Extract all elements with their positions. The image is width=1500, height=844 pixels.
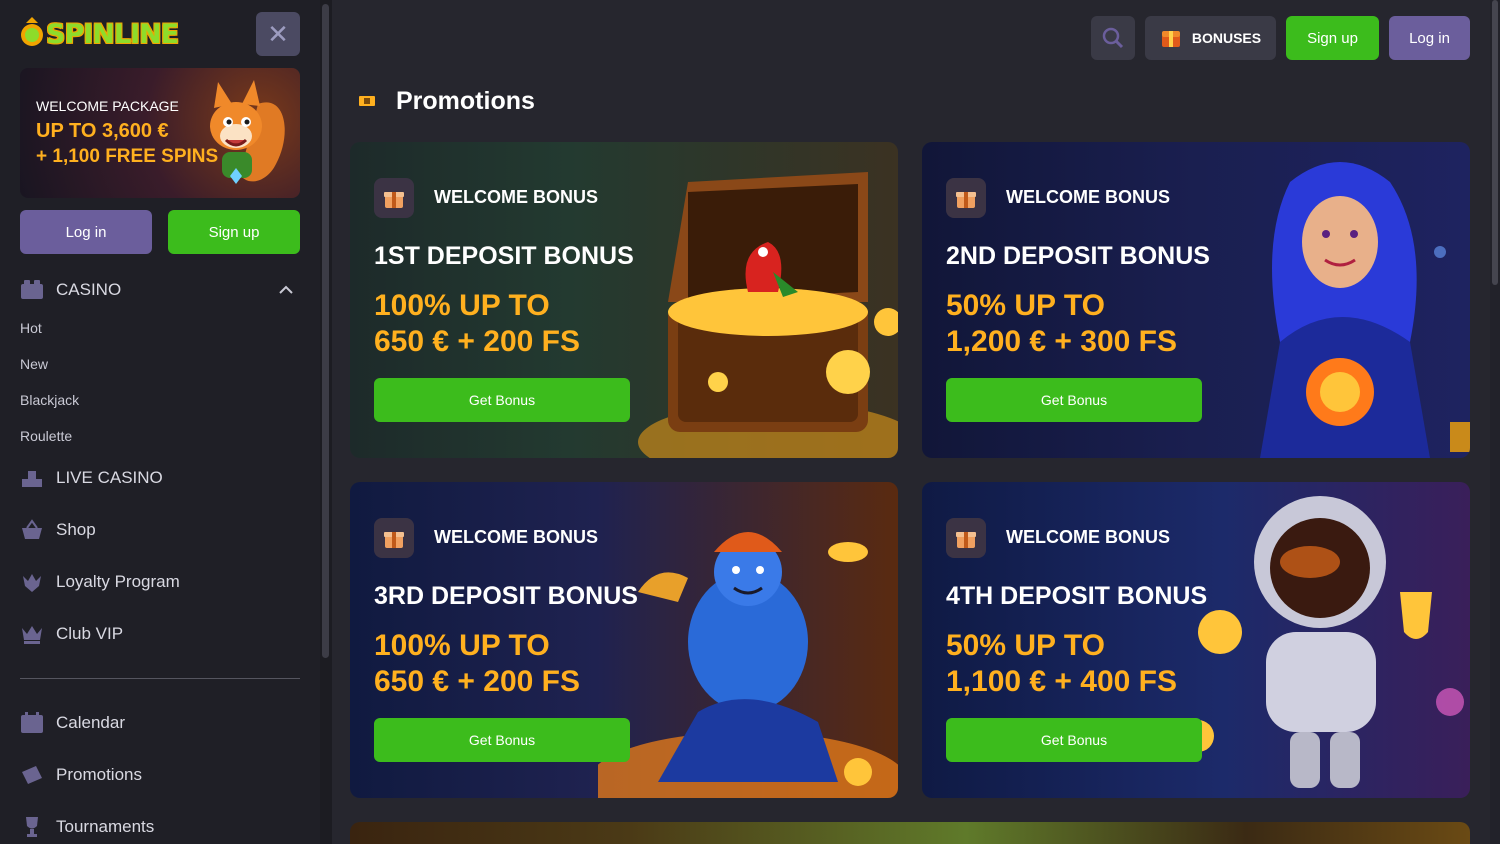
sidebar-item-label: LIVE CASINO — [56, 468, 163, 487]
bonuses-button[interactable]: BONUSES — [1145, 16, 1276, 60]
promo-amount-line2: 650 € + 200 FS — [374, 665, 580, 698]
sidebar-item-loyalty-program[interactable]: Loyalty Program — [20, 569, 180, 595]
genie-image — [598, 532, 898, 798]
promo-card-partial[interactable] — [350, 822, 1470, 844]
sidebar-subitem-new[interactable]: New — [20, 356, 48, 372]
sidebar-login-button[interactable]: Log in — [20, 210, 152, 254]
page-title: Promotions — [358, 86, 535, 116]
promo-tag: WELCOME BONUS — [434, 527, 598, 547]
promo-amount-line1: 50% UP TO — [946, 629, 1105, 662]
promo-amount-line2: 650 € + 200 FS — [374, 325, 580, 358]
sidebar-item-tournaments[interactable]: Tournaments — [20, 814, 154, 840]
header-signup-button[interactable]: Sign up — [1286, 16, 1379, 60]
calendar-icon — [20, 711, 44, 735]
promo-title: 4TH DEPOSIT BONUS — [946, 582, 1208, 610]
sorceress-image — [1260, 162, 1470, 458]
sidebar-item-casino[interactable]: CASINO — [20, 277, 121, 303]
logo-text: SPINLINE — [46, 18, 179, 50]
gift-icon — [946, 178, 986, 218]
promo-card-3rd-deposit[interactable]: WELCOME BONUS 3RD DEPOSIT BONUS 100% UP … — [350, 482, 898, 798]
page-title-text: Promotions — [396, 86, 535, 115]
promo-amount-line2: 1,100 € + 400 FS — [946, 665, 1178, 698]
gift-icon — [374, 518, 414, 558]
fox-mascot-image — [210, 80, 285, 184]
welcome-free-spins: + 1,100 FREE SPINS — [36, 146, 219, 167]
sidebar-item-label: Tournaments — [56, 817, 155, 836]
chevron-up-icon[interactable] — [276, 280, 296, 300]
logo-mascot-icon — [21, 17, 43, 46]
sidebar-item-live-casino[interactable]: LIVE CASINO — [20, 465, 163, 491]
promo-amount-line1: 50% UP TO — [946, 289, 1105, 322]
promo-card-4th-deposit[interactable]: WELCOME BONUS 4TH DEPOSIT BONUS 50% UP T… — [922, 482, 1470, 798]
close-sidebar-button[interactable]: ✕ — [256, 12, 300, 56]
sidebar-item-label: Shop — [56, 520, 96, 539]
get-bonus-button[interactable]: Get Bonus — [946, 718, 1202, 762]
spinline-logo[interactable]: SPINLINE — [18, 12, 179, 56]
ticket-icon — [359, 96, 375, 106]
sidebar-item-shop[interactable]: Shop — [20, 517, 96, 543]
sidebar-item-label: Calendar — [56, 713, 125, 732]
sidebar-item-club-vip[interactable]: Club VIP — [20, 621, 123, 647]
promo-card-1st-deposit[interactable]: WELCOME BONUS 1ST DEPOSIT BONUS 100% UP … — [350, 142, 898, 458]
sidebar-item-label: Promotions — [56, 765, 142, 784]
promo-amount-line1: 100% UP TO — [374, 289, 550, 322]
search-icon — [1102, 27, 1124, 49]
promo-amount-line2: 1,200 € + 300 FS — [946, 325, 1178, 358]
promo-card-2nd-deposit[interactable]: WELCOME BONUS 2ND DEPOSIT BONUS 50% UP T… — [922, 142, 1470, 458]
shop-basket-icon — [20, 518, 44, 542]
get-bonus-button[interactable]: Get Bonus — [374, 718, 630, 762]
promo-tag: WELCOME BONUS — [1006, 187, 1170, 207]
sidebar: SPINLINE ✕ WELCOME PACKAGE UP TO 3,600 €… — [0, 0, 320, 844]
sidebar-scrollbar[interactable] — [320, 0, 332, 844]
welcome-package-banner[interactable]: WELCOME PACKAGE UP TO 3,600 € + 1,100 FR… — [20, 68, 300, 198]
promo-title: 2ND DEPOSIT BONUS — [946, 242, 1210, 270]
treasure-chest-image — [638, 172, 898, 458]
promo-title: 3RD DEPOSIT BONUS — [374, 582, 638, 610]
sidebar-subitem-hot[interactable]: Hot — [20, 320, 42, 336]
sidebar-subitem-roulette[interactable]: Roulette — [20, 428, 72, 444]
welcome-amount: UP TO 3,600 € — [36, 120, 169, 142]
promo-tag: WELCOME BONUS — [434, 187, 598, 207]
sidebar-item-promotions[interactable]: Promotions — [20, 762, 142, 788]
sidebar-item-label: Club VIP — [56, 624, 124, 643]
sidebar-signup-button[interactable]: Sign up — [168, 210, 300, 254]
treasure-chest-icon — [1161, 31, 1180, 47]
casino-icon — [20, 278, 44, 302]
promo-title: 1ST DEPOSIT BONUS — [374, 242, 634, 270]
astronaut-image — [1182, 496, 1464, 788]
trophy-icon — [20, 815, 44, 839]
live-casino-icon — [20, 466, 44, 490]
gift-icon — [374, 178, 414, 218]
gift-icon — [946, 518, 986, 558]
ticket-icon — [20, 763, 44, 787]
get-bonus-button[interactable]: Get Bonus — [946, 378, 1202, 422]
vip-crown-icon — [20, 622, 44, 646]
loyalty-crown-icon — [20, 570, 44, 594]
header-login-button[interactable]: Log in — [1389, 16, 1470, 60]
sidebar-divider — [20, 678, 300, 679]
sidebar-item-calendar[interactable]: Calendar — [20, 710, 125, 736]
get-bonus-button[interactable]: Get Bonus — [374, 378, 630, 422]
promo-amount-line1: 100% UP TO — [374, 629, 550, 662]
sidebar-item-label: CASINO — [56, 280, 122, 299]
bonuses-label: BONUSES — [1191, 30, 1262, 46]
promo-tag: WELCOME BONUS — [1006, 527, 1170, 547]
sidebar-subitem-blackjack[interactable]: Blackjack — [20, 392, 79, 408]
sidebar-item-label: Loyalty Program — [56, 572, 180, 591]
search-button[interactable] — [1091, 16, 1135, 60]
close-icon: ✕ — [267, 18, 289, 49]
welcome-title: WELCOME PACKAGE — [36, 98, 179, 114]
page-scrollbar[interactable] — [1490, 0, 1500, 844]
